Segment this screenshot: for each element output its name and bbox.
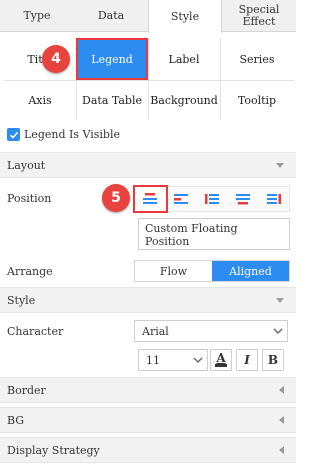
- section-border-title: Border: [7, 383, 46, 397]
- section-display-strategy[interactable]: Display Strategy: [0, 437, 296, 463]
- font-family-value: Arial: [142, 324, 169, 338]
- legend-float-icon: [266, 194, 281, 204]
- step-marker-5: 5: [102, 184, 130, 212]
- section-layout[interactable]: Layout: [0, 152, 296, 178]
- legend-right-icon: [204, 194, 219, 204]
- subtab-label[interactable]: Label: [148, 38, 220, 80]
- chevron-left-icon: [279, 386, 284, 394]
- subtab-background[interactable]: Background: [148, 81, 220, 120]
- italic-button[interactable]: I: [236, 349, 258, 371]
- checkbox-checked-icon[interactable]: [7, 128, 20, 141]
- font-size-value: 11: [146, 353, 160, 367]
- chevron-down-icon: [193, 357, 203, 363]
- bold-icon: B: [267, 353, 279, 367]
- legend-visible-toggle[interactable]: Legend Is Visible: [7, 128, 120, 141]
- position-bottom-button[interactable]: [227, 187, 258, 211]
- position-right-button[interactable]: [197, 187, 228, 211]
- legend-bottom-icon: [235, 194, 250, 205]
- font-color-button[interactable]: A: [210, 349, 232, 371]
- tab-data[interactable]: Data: [74, 0, 148, 32]
- chevron-down-icon: [276, 163, 284, 168]
- legend-top-icon: [143, 193, 158, 204]
- section-bg-title: BG: [7, 413, 25, 427]
- arrange-label: Arrange: [7, 265, 53, 278]
- character-label: Character: [7, 325, 64, 338]
- position-float-button[interactable]: [258, 187, 289, 211]
- italic-icon: I: [244, 353, 250, 367]
- custom-floating-position-option[interactable]: Custom Floating Position: [138, 218, 290, 250]
- bold-button[interactable]: B: [262, 349, 284, 371]
- chevron-down-icon: [276, 298, 284, 303]
- font-family-select[interactable]: Arial: [134, 320, 288, 342]
- step-marker-4: 4: [42, 45, 70, 73]
- position-top-button[interactable]: [133, 185, 168, 213]
- section-style[interactable]: Style: [0, 287, 296, 313]
- legend-visible-label: Legend Is Visible: [24, 128, 120, 141]
- legend-left-icon: [174, 194, 189, 204]
- chevron-down-icon: [273, 328, 283, 334]
- top-tab-bar: Type Data Style Special Effect: [0, 0, 296, 33]
- subtab-axis[interactable]: Axis: [4, 81, 76, 120]
- tab-special-effect[interactable]: Special Effect: [222, 0, 296, 32]
- chevron-left-icon: [279, 446, 284, 454]
- legend-position-group: [133, 185, 290, 213]
- section-bg[interactable]: BG: [0, 407, 296, 433]
- subtab-tooltip[interactable]: Tooltip: [220, 81, 294, 120]
- arrange-flow-option[interactable]: Flow: [135, 261, 212, 281]
- subtab-legend[interactable]: Legend: [76, 38, 148, 80]
- section-border[interactable]: Border: [0, 377, 296, 403]
- position-label: Position: [7, 192, 52, 205]
- section-style-title: Style: [7, 293, 36, 307]
- position-left-button[interactable]: [166, 187, 197, 211]
- section-layout-title: Layout: [7, 158, 46, 172]
- font-size-select[interactable]: 11: [138, 349, 208, 371]
- section-display-strategy-title: Display Strategy: [7, 443, 100, 457]
- tab-style[interactable]: Style: [148, 0, 222, 33]
- chevron-left-icon: [279, 416, 284, 424]
- font-color-icon: A: [216, 351, 226, 365]
- subtab-data-table[interactable]: Data Table: [76, 81, 148, 120]
- subtab-series[interactable]: Series: [220, 38, 294, 80]
- tab-type[interactable]: Type: [0, 0, 74, 32]
- arrange-toggle: Flow Aligned: [134, 260, 290, 282]
- arrange-aligned-option[interactable]: Aligned: [212, 261, 289, 281]
